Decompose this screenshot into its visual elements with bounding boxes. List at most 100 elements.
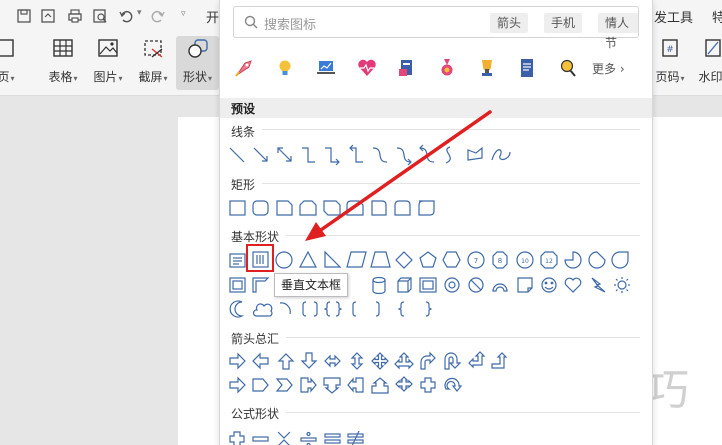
curved-connector-shape[interactable]	[372, 147, 388, 163]
lightning-bolt-shape[interactable]	[591, 277, 606, 293]
right-bracket-shape[interactable]	[375, 301, 380, 317]
export-pdf-icon[interactable]	[38, 6, 58, 26]
up-arrow-shape[interactable]	[277, 353, 295, 370]
start-tab-partial[interactable]: 开	[206, 7, 219, 26]
can-shape[interactable]	[372, 276, 386, 295]
line-shape[interactable]	[229, 147, 245, 163]
moon-shape[interactable]	[229, 300, 243, 318]
right-arrow-callout-shape[interactable]	[300, 377, 317, 393]
table-button[interactable]: 表格▾	[45, 36, 81, 85]
u-turn-arrow-shape[interactable]	[444, 352, 462, 370]
chevron-shape[interactable]	[275, 378, 293, 392]
half-frame-shape[interactable]	[252, 277, 270, 293]
down-arrow-shape[interactable]	[300, 352, 318, 369]
equal-shape[interactable]	[324, 433, 341, 444]
chord-shape[interactable]	[588, 251, 606, 269]
frame-shape[interactable]	[229, 277, 246, 293]
donut-shape[interactable]	[444, 277, 460, 293]
round-diagonal-rectangle-shape[interactable]	[418, 200, 435, 216]
striped-right-arrow-shape[interactable]	[229, 376, 246, 394]
cross-shape[interactable]	[420, 377, 436, 393]
multiply-shape[interactable]	[277, 431, 291, 445]
curved-arrow-connector-shape[interactable]	[396, 147, 412, 166]
parallelogram-shape[interactable]	[346, 251, 367, 268]
left-right-up-arrow-shape[interactable]	[394, 352, 414, 370]
print-preview-icon[interactable]	[90, 6, 110, 26]
bent-arrow-shape[interactable]	[420, 351, 436, 370]
pie-shape[interactable]	[564, 251, 582, 269]
isosceles-triangle-shape[interactable]	[299, 250, 317, 268]
down-arrow-callout-shape[interactable]	[323, 377, 341, 394]
save-icon[interactable]	[14, 6, 34, 26]
sun-shape[interactable]	[614, 277, 630, 293]
snip-single-corner-rectangle-shape[interactable]	[276, 200, 293, 216]
double-bracket-shape[interactable]	[302, 301, 318, 317]
picture-button[interactable]: 图片▾	[90, 36, 126, 85]
minus-shape[interactable]	[252, 436, 269, 442]
cloud-shape[interactable]	[252, 303, 273, 317]
hexagon-shape[interactable]	[442, 251, 461, 268]
quad-arrow-callout-shape[interactable]	[395, 376, 413, 392]
left-arrow-callout-shape[interactable]	[347, 377, 364, 393]
elbow-arrow-connector-shape[interactable]	[325, 147, 340, 166]
double-arrow-line-shape[interactable]	[277, 147, 292, 162]
redo-icon[interactable]	[148, 6, 168, 26]
plus-shape[interactable]	[229, 431, 245, 445]
curve-shape[interactable]	[445, 146, 451, 164]
left-right-arrow-shape[interactable]	[324, 354, 341, 368]
oval-shape[interactable]	[275, 251, 293, 269]
undo-dropdown-icon[interactable]: ▾	[137, 8, 142, 18]
cube-shape[interactable]	[397, 277, 412, 293]
heart-shape[interactable]	[564, 277, 582, 293]
snip-round-rectangle-shape[interactable]	[346, 200, 364, 216]
page-button-partial[interactable]: 页▾	[0, 36, 16, 85]
pentagon-shape[interactable]	[419, 251, 437, 268]
right-triangle-shape[interactable]	[324, 250, 342, 268]
folded-corner-shape[interactable]	[517, 277, 533, 293]
pentagon-arrow-shape[interactable]	[252, 378, 269, 392]
round-single-corner-rectangle-shape[interactable]	[371, 200, 387, 216]
shapes-button[interactable]: 形状▾	[176, 36, 219, 90]
arc-shape[interactable]	[279, 302, 291, 315]
arrow-line-shape[interactable]	[253, 147, 268, 162]
octagon-shape[interactable]: 8	[492, 251, 508, 269]
elbow-connector-shape[interactable]	[302, 147, 315, 163]
diamond-shape[interactable]	[395, 251, 413, 269]
division-shape[interactable]	[300, 431, 317, 445]
text-box-shape[interactable]	[229, 253, 246, 268]
snip-same-side-rectangle-shape[interactable]	[299, 200, 317, 216]
rectangle-shape[interactable]	[229, 200, 246, 216]
watermark-button[interactable]: 水印▾	[695, 36, 722, 85]
left-up-arrow-shape[interactable]	[468, 351, 486, 369]
left-arrow-shape[interactable]	[252, 352, 269, 370]
freeform-shape[interactable]	[467, 146, 483, 161]
left-brace-shape[interactable]	[397, 301, 405, 317]
right-arrow-shape[interactable]	[229, 352, 246, 370]
dodecagon-shape[interactable]: 12	[540, 251, 558, 269]
scribble-shape[interactable]	[491, 149, 511, 161]
special-tab-partial[interactable]: 特	[712, 7, 722, 26]
up-down-arrow-shape[interactable]	[350, 352, 364, 370]
block-arc-shape[interactable]	[492, 283, 508, 292]
curved-double-arrow-shape[interactable]	[419, 144, 435, 163]
no-symbol-shape[interactable]	[468, 277, 484, 293]
quad-arrow-shape[interactable]	[371, 352, 389, 370]
double-brace-shape[interactable]	[323, 301, 343, 317]
left-bracket-shape[interactable]	[352, 301, 357, 317]
smiley-face-shape[interactable]	[541, 277, 557, 293]
print-icon[interactable]	[65, 6, 85, 26]
trapezoid-shape[interactable]	[370, 251, 391, 268]
elbow-double-arrow-shape[interactable]	[349, 144, 363, 163]
not-equal-shape[interactable]	[347, 430, 364, 445]
circular-arrow-shape[interactable]	[444, 377, 463, 392]
teardrop-shape[interactable]	[611, 251, 629, 269]
bent-up-arrow-shape[interactable]	[491, 352, 508, 369]
bevel-shape[interactable]	[419, 277, 437, 293]
up-arrow-callout-shape[interactable]	[371, 377, 389, 394]
page-number-button[interactable]: # 页码▾	[652, 36, 688, 85]
rounded-rectangle-shape[interactable]	[252, 200, 269, 216]
undo-icon[interactable]	[116, 6, 136, 26]
decagon-shape[interactable]: 10	[516, 251, 534, 269]
right-brace-shape[interactable]	[425, 301, 433, 317]
snip-diagonal-rectangle-shape[interactable]	[323, 200, 341, 216]
